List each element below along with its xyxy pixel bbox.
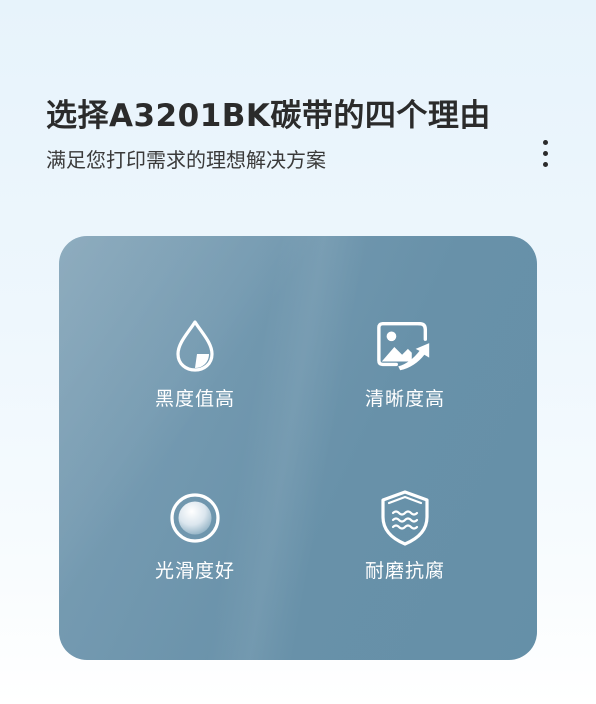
card-shine — [59, 236, 537, 660]
feature-smoothness: 光滑度好 — [105, 488, 285, 583]
feature-label: 黑度值高 — [154, 388, 235, 410]
more-options-button[interactable] — [530, 134, 560, 172]
features-card: 黑度值高 清晰度高 光滑度好 耐磨抗腐 — [59, 236, 537, 660]
more-dot — [542, 150, 548, 156]
feature-high-blackness: 黑度值高 — [105, 316, 285, 411]
shield-wave-icon — [375, 488, 435, 548]
more-dot — [542, 161, 548, 167]
ink-drop-icon — [165, 316, 225, 376]
feature-label: 耐磨抗腐 — [364, 560, 445, 582]
image-arrow-icon — [375, 316, 435, 376]
feature-high-clarity: 清晰度高 — [315, 316, 495, 411]
feature-wear-corrosion-resistant: 耐磨抗腐 — [315, 488, 495, 583]
more-vertical-icon — [542, 139, 548, 145]
smooth-sphere-icon — [165, 488, 225, 548]
page-subtitle: 满足您打印需求的理想解决方案 — [46, 148, 326, 172]
page-title: 选择A3201BK碳带的四个理由 — [46, 98, 491, 134]
feature-label: 清晰度高 — [364, 388, 445, 410]
feature-label: 光滑度好 — [154, 560, 235, 582]
header: 选择A3201BK碳带的四个理由 满足您打印需求的理想解决方案 — [46, 96, 516, 174]
